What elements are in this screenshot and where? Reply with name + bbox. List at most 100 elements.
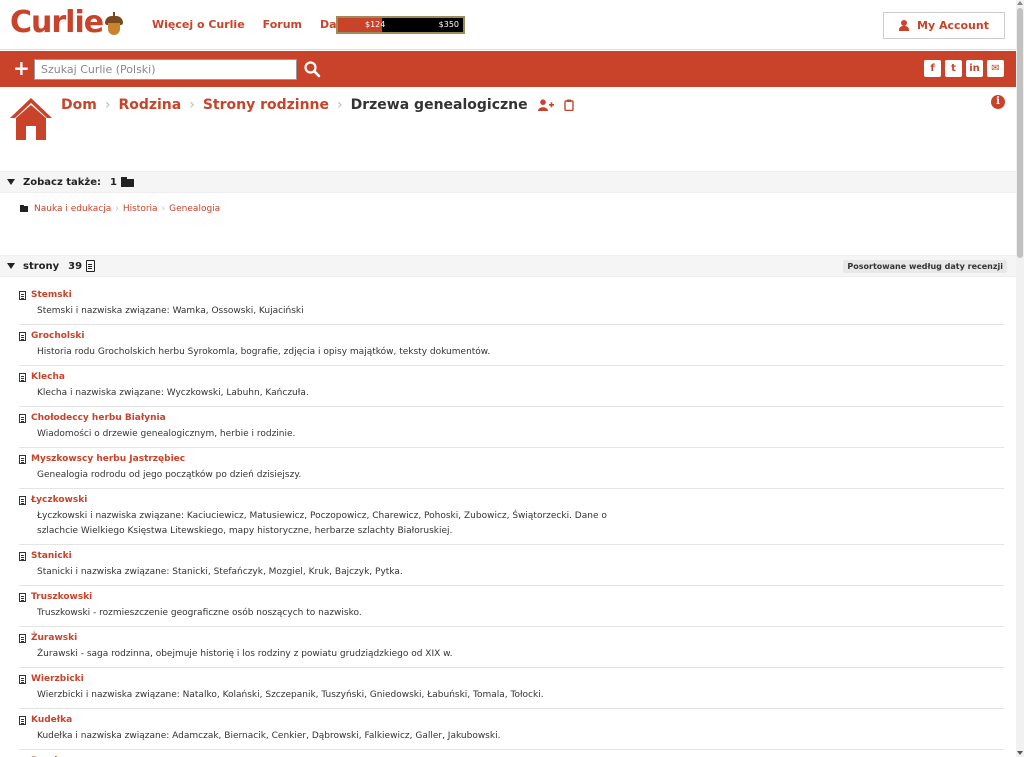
curlie-logo[interactable]: Curlie: [10, 5, 124, 40]
breadcrumb-home[interactable]: Dom: [61, 97, 97, 113]
site-title-link[interactable]: Grocholski: [31, 331, 84, 341]
site-title-row: Truszkowski: [19, 591, 1004, 603]
page-icon: [19, 674, 26, 684]
site-description: Genealogia rodrodu od jego początków po …: [37, 470, 302, 480]
scroll-up-arrow-icon[interactable]: [1017, 1, 1023, 5]
site-description: Łyczkowski i nazwiska związane: Kaciucie…: [37, 511, 607, 536]
donation-current: $124: [365, 20, 386, 29]
folder-icon: [20, 205, 28, 212]
donation-progress-bar[interactable]: $124 $350: [336, 16, 465, 34]
site-title-row: Grocholski: [19, 330, 1004, 342]
site-title-row: Żurawski: [19, 632, 1004, 644]
collapse-triangle-icon: [7, 263, 15, 269]
site-title-link[interactable]: Myszkowscy herbu Jastrzębiec: [31, 454, 185, 464]
breadcrumb-family[interactable]: Rodzina: [118, 97, 181, 113]
site-list-item: Chołodeccy herbu Białynia Wiadomości o dr…: [19, 407, 1004, 448]
more-about-curlie-link[interactable]: Więcej o Curlie: [152, 18, 245, 31]
site-title-link[interactable]: Chołodeccy herbu Białynia: [31, 413, 166, 423]
sites-label: strony: [23, 260, 60, 272]
page-title: Drzewa genealogiczne: [350, 97, 528, 113]
scrollbar-thumb[interactable]: [1017, 8, 1023, 258]
breadcrumb-family-pages[interactable]: Strony rodzinne: [203, 97, 329, 113]
search-bar: + f t in ✉: [0, 51, 1016, 87]
page-icon: [19, 715, 26, 725]
site-description: Truszkowski - rozmieszczenie geograficzn…: [37, 608, 362, 618]
collapse-triangle-icon: [7, 179, 15, 185]
home-icon[interactable]: [8, 96, 54, 142]
site-title-link[interactable]: Truszkowski: [31, 592, 92, 602]
sites-count: 39: [68, 260, 83, 272]
site-title-link[interactable]: Kudełka: [31, 715, 72, 725]
search-input[interactable]: [34, 59, 297, 80]
sites-header[interactable]: strony 39 Posortowane według daty recenz…: [0, 255, 1016, 277]
facebook-icon[interactable]: f: [924, 60, 941, 77]
page-icon: [19, 372, 26, 382]
site-list-item: Grocholski Historia rodu Grocholskich her…: [19, 325, 1004, 366]
chevron-right-icon: ›: [337, 97, 343, 113]
forum-link[interactable]: Forum: [263, 18, 302, 31]
site-list-item: Wierzbicki Wierzbicki i nazwiska związane…: [19, 668, 1004, 709]
page-icon: [19, 331, 26, 341]
add-editor-icon[interactable]: [537, 99, 554, 111]
site-title-row: Stanicki: [19, 550, 1004, 562]
see-also-path: Nauka i edukacja › Historia › Genealogia: [20, 204, 220, 214]
plus-icon[interactable]: +: [13, 57, 30, 79]
my-account-button[interactable]: My Account: [883, 12, 1005, 39]
site-title-row: Stemski: [19, 289, 1004, 301]
see-also-link-science[interactable]: Nauka i edukacja: [34, 204, 111, 214]
page-icon: [19, 454, 26, 464]
site-description: Historia rodu Grocholskich herbu Syrokom…: [37, 347, 491, 357]
see-also-link-genealogy[interactable]: Genealogia: [169, 204, 220, 214]
chevron-right-icon: ›: [115, 204, 119, 214]
site-description: Stanicki i nazwiska związane: Stanicki, …: [37, 567, 403, 577]
page-icon: [19, 551, 26, 561]
site-title-link[interactable]: Klecha: [31, 372, 65, 382]
sort-badge[interactable]: Posortowane według daty recenzji: [843, 260, 1007, 273]
site-list: Stemski Stemski i nazwiska związane: Wamk…: [0, 284, 1016, 757]
site-list-item: Truszkowski Truszkowski - rozmieszczenie …: [19, 586, 1004, 627]
user-icon: [899, 20, 909, 31]
site-list-item: Stemski Stemski i nazwiska związane: Wamk…: [19, 284, 1004, 325]
linkedin-icon[interactable]: in: [966, 60, 983, 77]
chevron-right-icon: ›: [104, 97, 111, 113]
site-list-item: Kudełka Kudełka i nazwiska związane: Adam…: [19, 709, 1004, 750]
info-icon[interactable]: i: [991, 95, 1005, 109]
page-icon: [19, 592, 26, 602]
site-description: Żurawski - saga rodzinna, obejmuje histo…: [37, 649, 453, 659]
twitter-icon[interactable]: t: [945, 60, 962, 77]
page-icon: [19, 633, 26, 643]
site-title-row: Łyczkowski: [19, 494, 1004, 506]
site-title-row: Myszkowscy herbu Jastrzębiec: [19, 453, 1004, 465]
logo-text: Curlie: [10, 5, 104, 40]
document-icon: [86, 260, 96, 272]
site-list-item: Stanicki Stanicki i nazwiska związane: St…: [19, 545, 1004, 586]
chevron-right-icon: ›: [161, 204, 166, 214]
site-title-link[interactable]: Żurawski: [31, 633, 77, 643]
search-icon[interactable]: [303, 60, 321, 78]
see-also-count: 1: [110, 176, 118, 188]
see-also-link-history[interactable]: Historia: [123, 204, 158, 214]
scrollbar[interactable]: [1016, 0, 1024, 757]
site-description: Stemski i nazwiska związane: Wamka, Osso…: [37, 306, 304, 316]
acorn-icon: [105, 12, 124, 36]
site-title-link[interactable]: Stemski: [31, 290, 72, 300]
site-list-item: BaryłaBaryła i nazwiska związane: Zając,…: [19, 750, 1004, 757]
social-links: f t in ✉: [924, 60, 1004, 77]
site-list-item: Klecha Klecha i nazwiska związane: Wyczko…: [19, 366, 1004, 407]
site-list-item: Łyczkowski Łyczkowski i nazwiska związane…: [19, 489, 1004, 545]
site-description: Klecha i nazwiska związane: Wyczkowski, …: [37, 388, 309, 398]
site-title-link[interactable]: Wierzbicki: [31, 674, 84, 684]
page-icon: [19, 413, 26, 423]
see-also-label: Zobacz także:: [23, 176, 102, 188]
scroll-down-arrow-icon[interactable]: [1017, 751, 1023, 755]
site-title-link[interactable]: Stanicki: [31, 551, 72, 561]
email-icon[interactable]: ✉: [987, 60, 1004, 77]
site-description: Wiadomości o drzewie genealogicznym, her…: [37, 429, 296, 439]
top-bar: Curlie Więcej o Curlie Forum Darować $12…: [0, 0, 1016, 50]
site-title-row: Kudełka: [19, 714, 1004, 726]
see-also-header[interactable]: Zobacz także: 1: [0, 171, 1016, 193]
donation-goal: $350: [438, 20, 459, 29]
site-title-link[interactable]: Łyczkowski: [31, 495, 87, 505]
page-icon: [19, 290, 26, 300]
clipboard-icon[interactable]: [563, 99, 574, 111]
